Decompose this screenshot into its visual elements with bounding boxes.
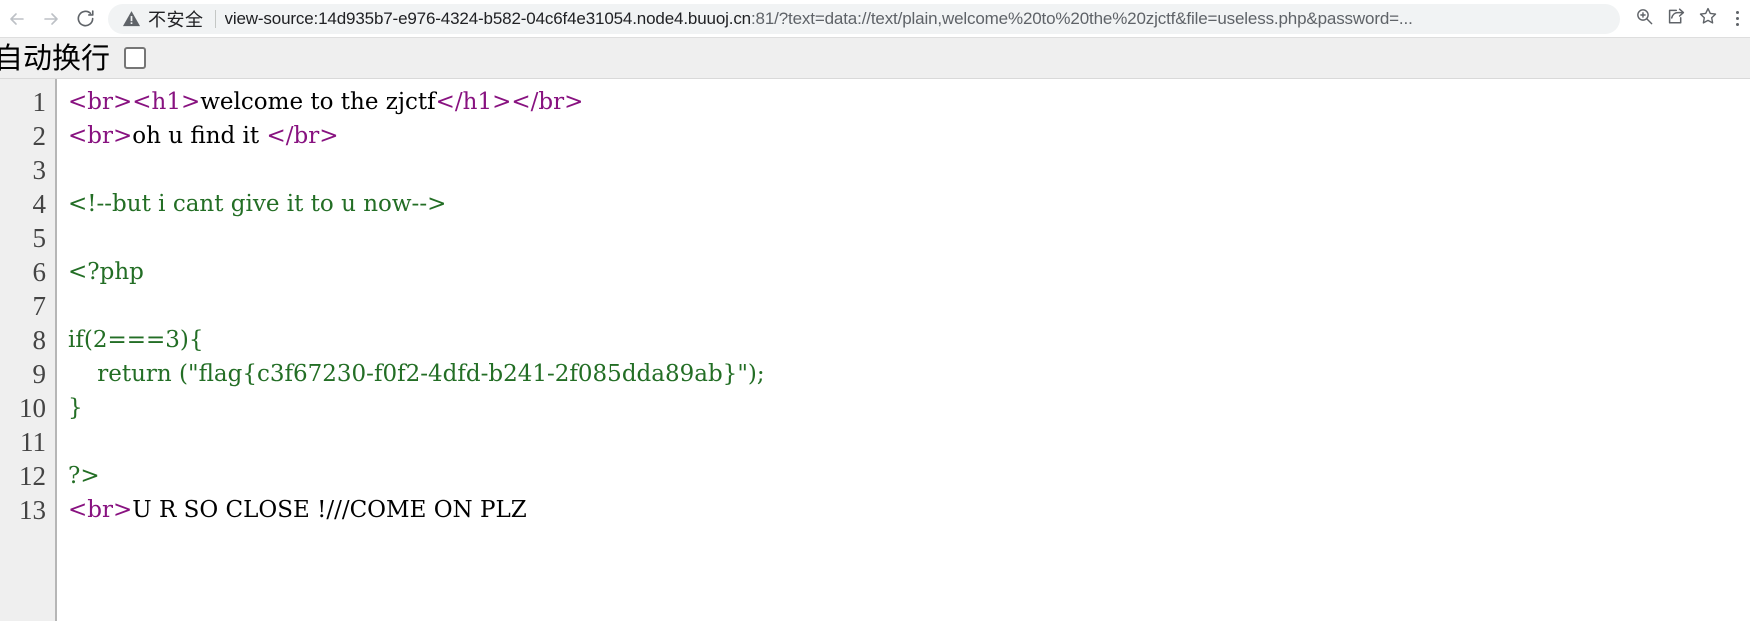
omnibox-divider [214,9,216,28]
line-number: 13 [19,495,46,525]
source-line: 3​ [0,153,1750,187]
source-line: 10} [0,391,1750,425]
line-number: 12 [19,461,46,491]
line-content[interactable]: ​ [57,221,1750,255]
code-token-tag: <br> [68,497,133,523]
code-token-php: <?php [68,259,144,285]
code-token-txt: U R SO CLOSE !///COME ON PLZ [132,497,527,523]
source-line: 5​ [0,221,1750,255]
line-number: 6 [32,257,47,287]
source-line: 6 <?php [0,255,1750,289]
line-content[interactable]: } [57,391,1750,425]
line-number: 4 [32,189,47,219]
code-token-php: ?> [68,463,100,489]
word-wrap-bar: 自动换行 [0,38,1750,79]
line-number: 1 [32,87,47,117]
line-number: 8 [32,325,47,355]
code-token-tag: <br> [68,123,133,149]
bookmark-star-icon [1698,6,1718,31]
view-source-content: 1 <br><h1>welcome to the zjctf</h1></br> 2… [0,79,1750,621]
code-token-tag: <br><h1> [68,89,201,115]
url-scheme: view-source: [224,8,319,28]
code-token-tag: </h1></br> [435,89,584,115]
code-token-php: } [68,395,83,421]
code-token-tag: </br> [266,123,339,149]
line-number: 10 [19,393,46,423]
warning-triangle-icon [122,9,141,28]
line-content[interactable]: return ("flag{c3f67230-f0f2-4dfd-b241-2f… [57,357,1750,391]
source-line: 8 if(2===3){ [0,323,1750,357]
browser-toolbar: 不安全 view-source:14d935b7-e976-4324-b582-… [0,0,1750,38]
reload-button[interactable] [68,2,102,36]
line-number: 7 [32,291,47,321]
source-line: 1 <br><h1>welcome to the zjctf</h1></br> [0,85,1750,119]
source-line: 13 <br>U R SO CLOSE !///COME ON PLZ [0,493,1750,527]
line-number: 5 [32,223,47,253]
address-bar[interactable]: 不安全 view-source:14d935b7-e976-4324-b582-… [108,3,1620,34]
zoom-in-magnifier-icon [1635,7,1654,31]
line-content[interactable]: ​ [57,153,1750,187]
url-path: /?text=data://text/plain,welcome%20to%20… [774,8,1413,28]
source-line: 4 <!--but i cant give it to u now--> [0,187,1750,221]
line-content[interactable]: <?php [57,255,1750,289]
three-dot-menu-icon [1735,11,1739,14]
forward-arrow-icon [41,9,61,29]
line-number: 2 [32,121,47,151]
line-number: 9 [32,359,47,389]
source-line: 2 <br>oh u find it </br> [0,119,1750,153]
word-wrap-checkbox[interactable] [124,47,147,69]
back-arrow-icon [7,9,27,29]
url-text[interactable]: view-source:14d935b7-e976-4324-b582-04c6… [225,9,1609,29]
three-dot-menu-icon [1735,23,1739,26]
code-token-php: if(2===3){ [68,327,204,353]
line-content[interactable]: ​ [57,289,1750,323]
code-token-txt: welcome to the zjctf [200,89,436,115]
line-content[interactable]: <br><h1>welcome to the zjctf</h1></br> [57,85,1750,119]
three-dot-menu-icon [1735,17,1739,20]
source-line: 7​ [0,289,1750,323]
share-icon [1666,6,1686,31]
zoom-button[interactable] [1628,3,1660,35]
line-number: 11 [20,427,46,457]
back-button[interactable] [0,2,34,36]
url-port: :81 [750,8,775,28]
line-content[interactable]: <br>U R SO CLOSE !///COME ON PLZ [57,493,1750,527]
url-host: 14d935b7-e976-4324-b582-04c6f4e31054.nod… [318,8,751,28]
source-line: 11 ​ [0,425,1750,459]
source-line: 12 ?> [0,459,1750,493]
line-content[interactable]: <br>oh u find it </br> [57,119,1750,153]
code-token-txt: oh u find it [132,123,267,149]
security-status-label: 不安全 [148,9,204,31]
forward-button[interactable] [34,2,68,36]
reload-icon [75,8,96,29]
code-token-php: return ("flag{c3f67230-f0f2-4dfd-b241-2f… [68,361,765,387]
source-line: 9 return ("flag{c3f67230-f0f2-4dfd-b241-… [0,357,1750,391]
line-content[interactable]: ​ [57,425,1750,459]
word-wrap-label: 自动换行 [0,40,111,75]
source-code-table: 1 <br><h1>welcome to the zjctf</h1></br> 2… [0,85,1750,527]
bookmark-button[interactable] [1692,3,1724,35]
line-number: 3 [32,155,47,185]
code-token-cmt: <!--but i cant give it to u now--> [68,191,447,217]
line-content[interactable]: if(2===3){ [57,323,1750,357]
line-content[interactable]: <!--but i cant give it to u now--> [57,187,1750,221]
share-button[interactable] [1660,3,1692,35]
line-content[interactable]: ?> [57,459,1750,493]
browser-menu-button[interactable] [1724,0,1750,38]
